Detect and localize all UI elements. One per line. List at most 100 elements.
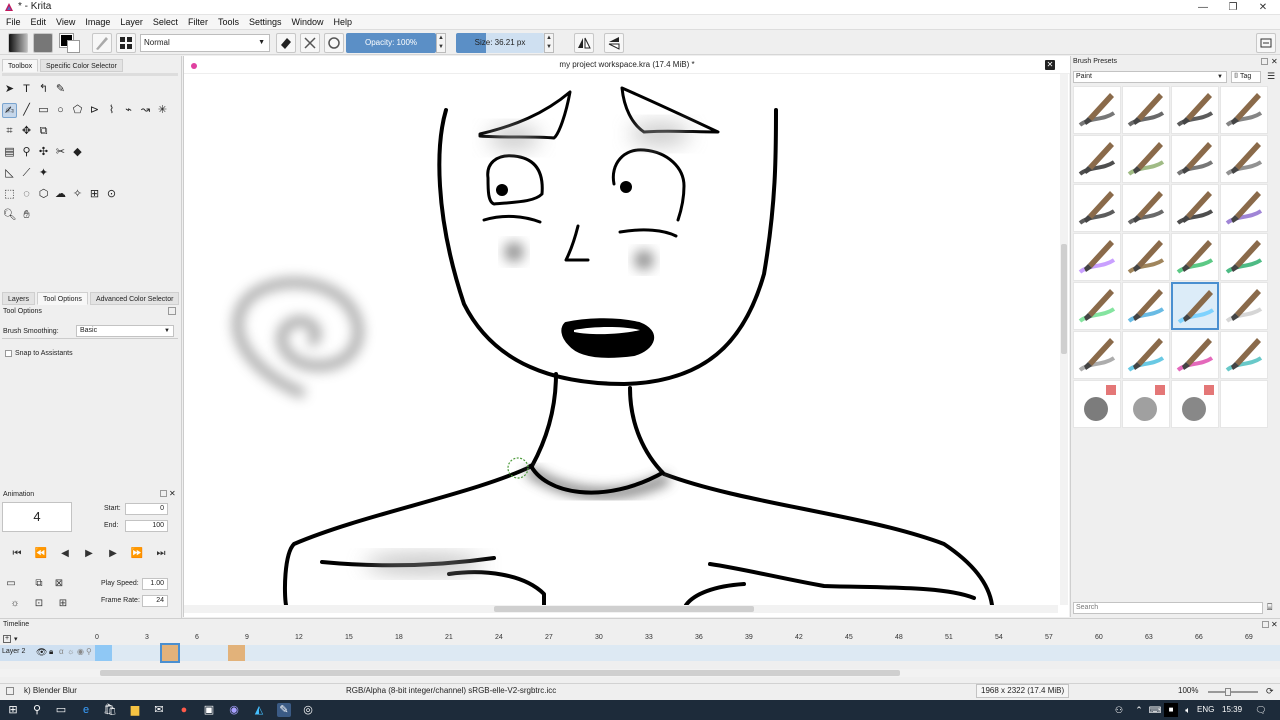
tab-layers[interactable]: Layers [2, 292, 36, 305]
reference-images-tool-icon[interactable]: ✦ [36, 166, 51, 181]
onion-skin-layer-icon[interactable]: ☼ [67, 647, 74, 656]
rect-select-tool-icon[interactable]: ⬚ [2, 187, 17, 202]
menu-edit[interactable]: Edit [26, 15, 52, 29]
end-frame-field[interactable]: 100 [125, 520, 168, 532]
maximize-button[interactable]: ❐ [1218, 0, 1248, 15]
view-options-icon[interactable]: ☰ [1267, 71, 1277, 83]
similar-select-tool-icon[interactable]: ⊞ [87, 187, 102, 202]
timeline-ruler[interactable]: 0 3 6 9 12 15 18 21 24 27 30 33 36 39 42 45 48 51 54 57 60 63… [95, 634, 1280, 644]
preserve-alpha-icon[interactable] [300, 33, 320, 53]
lock-icon[interactable]: 🔒︎ [49, 647, 53, 657]
mail-icon[interactable]: ✉ [152, 703, 166, 717]
brush-preset-tile[interactable] [1122, 86, 1170, 134]
snap-to-assistants-checkbox[interactable] [5, 350, 12, 357]
menu-image[interactable]: Image [80, 15, 115, 29]
loop-icon[interactable]: ⊞ [56, 597, 70, 611]
brush-preset-tile[interactable] [1122, 380, 1170, 428]
current-frame-cell[interactable] [159, 643, 181, 663]
brush-preset-tile[interactable] [1122, 184, 1170, 232]
bezier-select-tool-icon[interactable]: ⊙ [104, 187, 119, 202]
first-frame-icon[interactable]: ⏮ [10, 547, 24, 561]
brush-preset-tile[interactable] [1122, 233, 1170, 281]
document-tab[interactable]: my project workspace.kra (17.4 MiB) * [184, 56, 1070, 74]
brush-preset-tile[interactable] [1073, 184, 1121, 232]
brush-preset-tile[interactable] [1073, 331, 1121, 379]
close-window-button[interactable]: ✕ [1248, 0, 1278, 15]
text-tool-icon[interactable]: T [19, 82, 34, 97]
horizontal-scrollbar[interactable] [184, 605, 1058, 613]
brush-smoothing-select[interactable]: Basic ▼ [76, 325, 174, 337]
last-frame-icon[interactable]: ⏭ [154, 547, 168, 561]
drawing-canvas[interactable] [184, 74, 1058, 605]
size-spin-arrows[interactable]: ▲ ▼ [544, 33, 554, 53]
zoom-slider[interactable] [1208, 688, 1258, 696]
timeline-scrollbar[interactable] [0, 669, 1280, 677]
brush-search-input[interactable]: Search [1073, 602, 1263, 614]
polygon-tool-icon[interactable]: ⬠ [70, 103, 85, 118]
timeline-layer-row[interactable]: Layer 2 👁︎ 🔒︎ α ☼ ◉ ⚲ [0, 645, 95, 661]
gradient-button[interactable] [8, 33, 28, 53]
zoom-tool-icon[interactable]: 🔍︎ [2, 208, 17, 223]
file-explorer-icon[interactable]: ▆ [128, 703, 142, 717]
brush-preset-tile[interactable] [1122, 282, 1170, 330]
float-docker-icon[interactable] [168, 307, 176, 315]
assistant-tool-icon[interactable]: ◺ [2, 166, 17, 181]
menu-filter[interactable]: Filter [183, 15, 213, 29]
freehand-select-tool-icon[interactable]: ☁ [53, 187, 68, 202]
show-hidden-icons-icon[interactable]: ⌃ [1132, 703, 1146, 717]
menu-file[interactable]: File [0, 15, 26, 29]
tab-specific-color-selector[interactable]: Specific Color Selector [40, 59, 123, 72]
blend-mode-select[interactable]: Normal ▼ [140, 34, 270, 52]
contiguous-select-tool-icon[interactable]: ✧ [70, 187, 85, 202]
reload-preset-icon[interactable] [324, 33, 344, 53]
horizontal-scrollbar-thumb[interactable] [494, 606, 754, 612]
app-icon[interactable]: ▣ [202, 703, 216, 717]
transform-tool-icon[interactable]: ⧉ [36, 124, 51, 139]
status-color-space[interactable]: RGB/Alpha (8-bit integer/channel) sRGB-e… [346, 686, 556, 695]
tab-toolbox[interactable]: Toolbox [2, 59, 39, 72]
close-docker-icon[interactable]: ✕ [1271, 57, 1278, 66]
brush-filter-select[interactable]: Paint ▼ [1073, 71, 1227, 83]
size-slider[interactable]: Size: 36.21 px [456, 33, 544, 53]
play-icon[interactable]: ▶ [82, 547, 96, 561]
brush-preset-tile[interactable] [1171, 380, 1219, 428]
brush-preset-tile[interactable] [1171, 86, 1219, 134]
brush-preset-tile[interactable] [1220, 282, 1268, 330]
recorder-icon[interactable]: ◎ [301, 703, 315, 717]
crop-tool-icon[interactable]: ⌗ [2, 124, 17, 139]
float-docker-icon[interactable] [1261, 58, 1268, 65]
measure-tool-icon[interactable]: ⟋ [19, 166, 34, 181]
workspace-grid-icon[interactable] [116, 33, 136, 53]
language-indicator[interactable]: ENG [1197, 705, 1214, 714]
smart-patch-tool-icon[interactable]: ✂ [53, 145, 68, 160]
duplicate-keyframe-icon[interactable]: ⧉ [32, 577, 46, 591]
multibrush-tool-icon[interactable]: ✳ [155, 103, 170, 118]
fg-bg-color-swatch[interactable] [59, 33, 82, 54]
toolbar-menu-icon[interactable] [1256, 33, 1276, 53]
previous-frame-icon[interactable]: ◀ [58, 547, 72, 561]
ellipse-tool-icon[interactable]: ○ [53, 103, 68, 118]
brush-preset-icon[interactable] [92, 33, 112, 53]
close-document-icon[interactable]: ✕ [1045, 60, 1055, 70]
menu-select[interactable]: Select [148, 15, 183, 29]
opera-icon[interactable]: ● [177, 703, 191, 717]
float-docker-icon[interactable] [160, 490, 167, 497]
minimize-button[interactable]: — [1188, 0, 1218, 15]
polyline-tool-icon[interactable]: ⊳ [87, 103, 102, 118]
brush-preset-tile[interactable] [1171, 282, 1219, 330]
brush-preset-tile[interactable] [1171, 135, 1219, 183]
pin-icon[interactable]: ⚲ [86, 647, 92, 656]
freehand-brush-tool-icon[interactable]: ✍ [2, 103, 17, 118]
opacity-spin-arrows[interactable]: ▲ ▼ [436, 33, 446, 53]
select-shapes-tool-icon[interactable]: ➤ [2, 82, 17, 97]
onion-skin-icon[interactable]: ☼ [8, 597, 22, 611]
freehand-path-tool-icon[interactable]: ⌁ [121, 103, 136, 118]
rectangle-tool-icon[interactable]: ▭ [36, 103, 51, 118]
delete-keyframe-icon[interactable]: ⊠ [52, 577, 66, 591]
brush-preset-tile[interactable] [1220, 135, 1268, 183]
search-icon[interactable]: ⚲ [30, 703, 44, 717]
status-zoom[interactable]: 100% [1178, 686, 1198, 695]
color-picker-tool-icon[interactable]: ⚲ [19, 145, 34, 160]
menu-help[interactable]: Help [329, 15, 358, 29]
windows-start-icon[interactable]: ⊞ [6, 703, 20, 717]
